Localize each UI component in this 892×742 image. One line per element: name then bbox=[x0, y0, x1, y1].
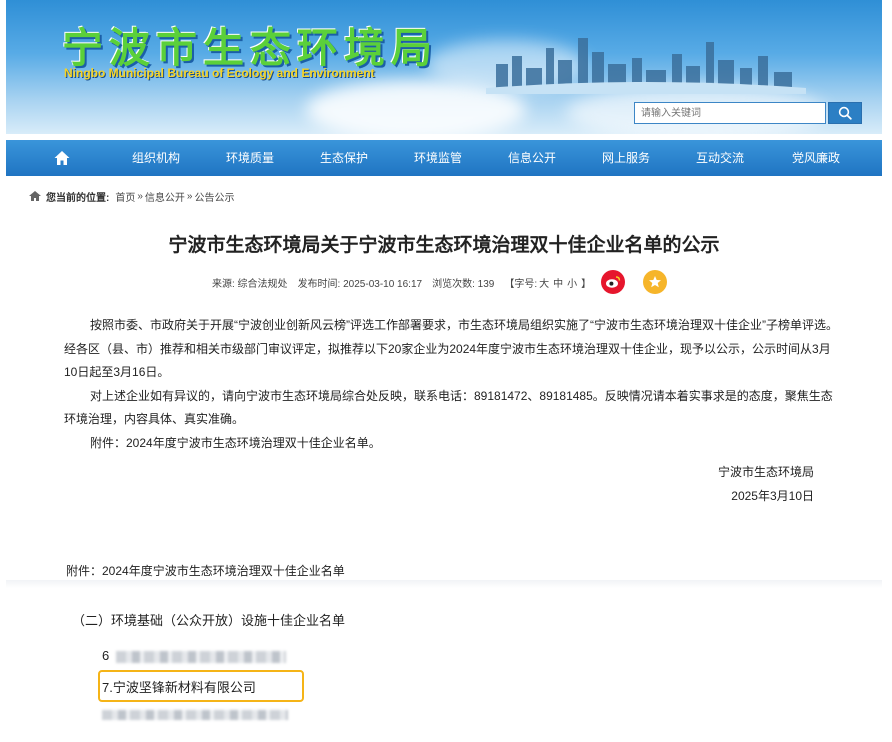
breadcrumb-separator: » bbox=[186, 190, 193, 202]
font-size-label: 【字号: bbox=[504, 278, 538, 290]
header-banner: 宁波市生态环境局 Ningbo Municipal Bureau of Ecol… bbox=[6, 0, 882, 134]
breadcrumb-home-link[interactable]: 首页 bbox=[115, 189, 135, 204]
redacted-text bbox=[102, 710, 288, 720]
search-box bbox=[634, 102, 866, 124]
font-size-small[interactable]: 小 bbox=[567, 275, 577, 290]
meta-source: 来源: 综合法规处 bbox=[212, 278, 288, 290]
attachment-subheading: （二）环境基础（公众开放）设施十佳企业名单 bbox=[72, 613, 346, 628]
search-input[interactable] bbox=[634, 102, 826, 124]
nav-item-eco-protection[interactable]: 生态保护 bbox=[298, 140, 390, 176]
nav-item-online-service[interactable]: 网上服务 bbox=[580, 140, 672, 176]
nav-item-env-supervision[interactable]: 环境监管 bbox=[392, 140, 484, 176]
search-icon bbox=[838, 106, 852, 120]
city-skyline-image bbox=[486, 38, 806, 94]
highlight-box bbox=[98, 670, 304, 702]
breadcrumb-separator: » bbox=[137, 190, 143, 202]
page: 宁波市生态环境局 Ningbo Municipal Bureau of Ecol… bbox=[6, 0, 882, 742]
font-size-close: 】 bbox=[581, 278, 592, 290]
attachment-heading: 附件：2024年度宁波市生态环境治理双十佳企业名单 bbox=[66, 564, 345, 578]
breadcrumb: 您当前的位置: 首页 » 信息公开 » 公告公示 bbox=[28, 188, 234, 204]
site-title-english: Ningbo Municipal Bureau of Ecology and E… bbox=[64, 66, 375, 80]
main-nav: 组织机构 环境质量 生态保护 环境监管 信息公开 网上服务 互动交流 党风廉政 bbox=[6, 140, 882, 176]
meta-views: 浏览次数: 139 bbox=[432, 278, 495, 290]
nav-item-env-quality[interactable]: 环境质量 bbox=[204, 140, 296, 176]
home-icon bbox=[29, 191, 41, 201]
list-item: 6 bbox=[102, 648, 109, 663]
breadcrumb-notice-link[interactable]: 公告公示 bbox=[194, 189, 234, 204]
nav-item-org[interactable]: 组织机构 bbox=[110, 140, 202, 176]
article-body: 按照市委、市政府关于开展“宁波创业创新风云榜”评选工作部署要求，市生态环境局组织… bbox=[64, 314, 838, 455]
star-icon bbox=[649, 276, 662, 288]
nav-item-info-disclosure[interactable]: 信息公开 bbox=[486, 140, 578, 176]
article-meta: 来源: 综合法规处 发布时间: 2025-03-10 16:17 浏览次数: 1… bbox=[212, 270, 677, 294]
font-size-large[interactable]: 大 bbox=[539, 275, 549, 290]
nav-home[interactable] bbox=[24, 140, 100, 176]
weibo-icon bbox=[606, 276, 621, 288]
article-paragraph: 对上述企业如有异议的，请向宁波市生态环境局综合处反映，联系电话：89181472… bbox=[64, 388, 833, 427]
share-weibo-button[interactable] bbox=[601, 270, 626, 294]
nav-item-party-integrity[interactable]: 党风廉政 bbox=[770, 140, 862, 176]
site-title: 宁波市生态环境局 bbox=[62, 24, 438, 72]
redacted-text bbox=[116, 651, 286, 663]
signature-date: 2025年3月10日 bbox=[731, 489, 814, 503]
nav-item-interaction[interactable]: 互动交流 bbox=[674, 140, 766, 176]
breadcrumb-info-link[interactable]: 信息公开 bbox=[145, 189, 185, 204]
signature-org: 宁波市生态环境局 bbox=[717, 465, 814, 479]
section-divider bbox=[6, 580, 882, 588]
article-paragraph: 按照市委、市政府关于开展“宁波创业创新风云榜”评选工作部署要求，市生态环境局组织… bbox=[64, 318, 838, 379]
list-item-number: 6 bbox=[102, 648, 110, 663]
article-title: 宁波市生态环境局关于宁波市生态环境治理双十佳企业名单的公示 bbox=[168, 235, 720, 256]
share-favorite-button[interactable] bbox=[643, 270, 668, 294]
article-paragraph: 附件：2024年度宁波市生态环境治理双十佳企业名单。 bbox=[90, 435, 381, 450]
home-icon bbox=[54, 151, 70, 165]
font-size-medium[interactable]: 中 bbox=[553, 275, 563, 290]
search-button[interactable] bbox=[828, 102, 862, 124]
meta-published: 发布时间: 2025-03-10 16:17 bbox=[297, 278, 423, 290]
breadcrumb-label: 您当前的位置: bbox=[46, 192, 110, 204]
